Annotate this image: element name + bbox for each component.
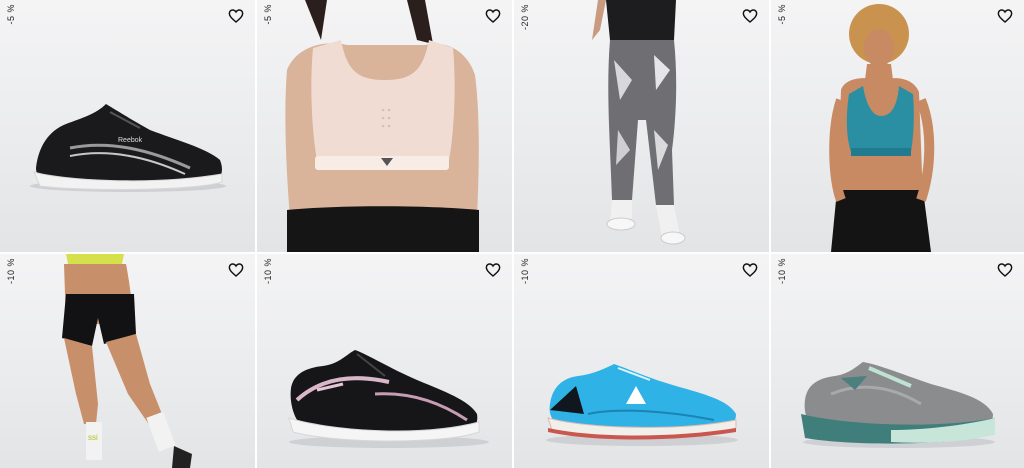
heart-outline-icon[interactable] bbox=[228, 262, 244, 278]
product-tile[interactable]: -20 % bbox=[514, 0, 769, 252]
discount-badge: -20 % bbox=[520, 4, 530, 31]
product-tile[interactable]: Reebok -5 % bbox=[0, 0, 255, 252]
grey-teal-training-shoe-image bbox=[801, 362, 995, 448]
black-running-shoe-image: Reebok bbox=[30, 104, 226, 192]
black-training-shorts-image: ssi bbox=[62, 254, 192, 468]
svg-text:ssi: ssi bbox=[88, 433, 98, 442]
heart-outline-icon[interactable] bbox=[742, 262, 758, 278]
svg-text:Reebok: Reebok bbox=[118, 137, 143, 144]
product-tile[interactable]: -10 % bbox=[257, 254, 512, 468]
pink-sports-bra-image bbox=[285, 0, 479, 252]
product-grid: Reebok -5 % -5 % -20 % -5 % ssi -10 % -1… bbox=[0, 0, 1024, 468]
product-tile[interactable]: ssi -10 % bbox=[0, 254, 255, 468]
product-tile[interactable]: -5 % bbox=[257, 0, 512, 252]
cyan-running-shoe-image bbox=[546, 364, 738, 446]
heart-outline-icon[interactable] bbox=[742, 8, 758, 24]
heart-outline-icon[interactable] bbox=[228, 8, 244, 24]
discount-badge: -10 % bbox=[520, 258, 530, 285]
product-tile[interactable]: -10 % bbox=[514, 254, 769, 468]
black-pink-running-shoe-image bbox=[288, 350, 489, 448]
discount-badge: -10 % bbox=[777, 258, 787, 285]
heart-outline-icon[interactable] bbox=[997, 8, 1013, 24]
teal-sports-bra-image bbox=[829, 4, 935, 252]
heart-outline-icon[interactable] bbox=[997, 262, 1013, 278]
discount-badge: -10 % bbox=[263, 258, 273, 285]
discount-badge: -5 % bbox=[777, 4, 787, 25]
heart-outline-icon[interactable] bbox=[485, 262, 501, 278]
discount-badge: -10 % bbox=[6, 258, 16, 285]
heart-outline-icon[interactable] bbox=[485, 8, 501, 24]
discount-badge: -5 % bbox=[263, 4, 273, 25]
discount-badge: -5 % bbox=[6, 4, 16, 25]
product-tile[interactable]: -5 % bbox=[771, 0, 1024, 252]
printed-leggings-image bbox=[592, 0, 686, 245]
product-tile[interactable]: -10 % bbox=[771, 254, 1024, 468]
